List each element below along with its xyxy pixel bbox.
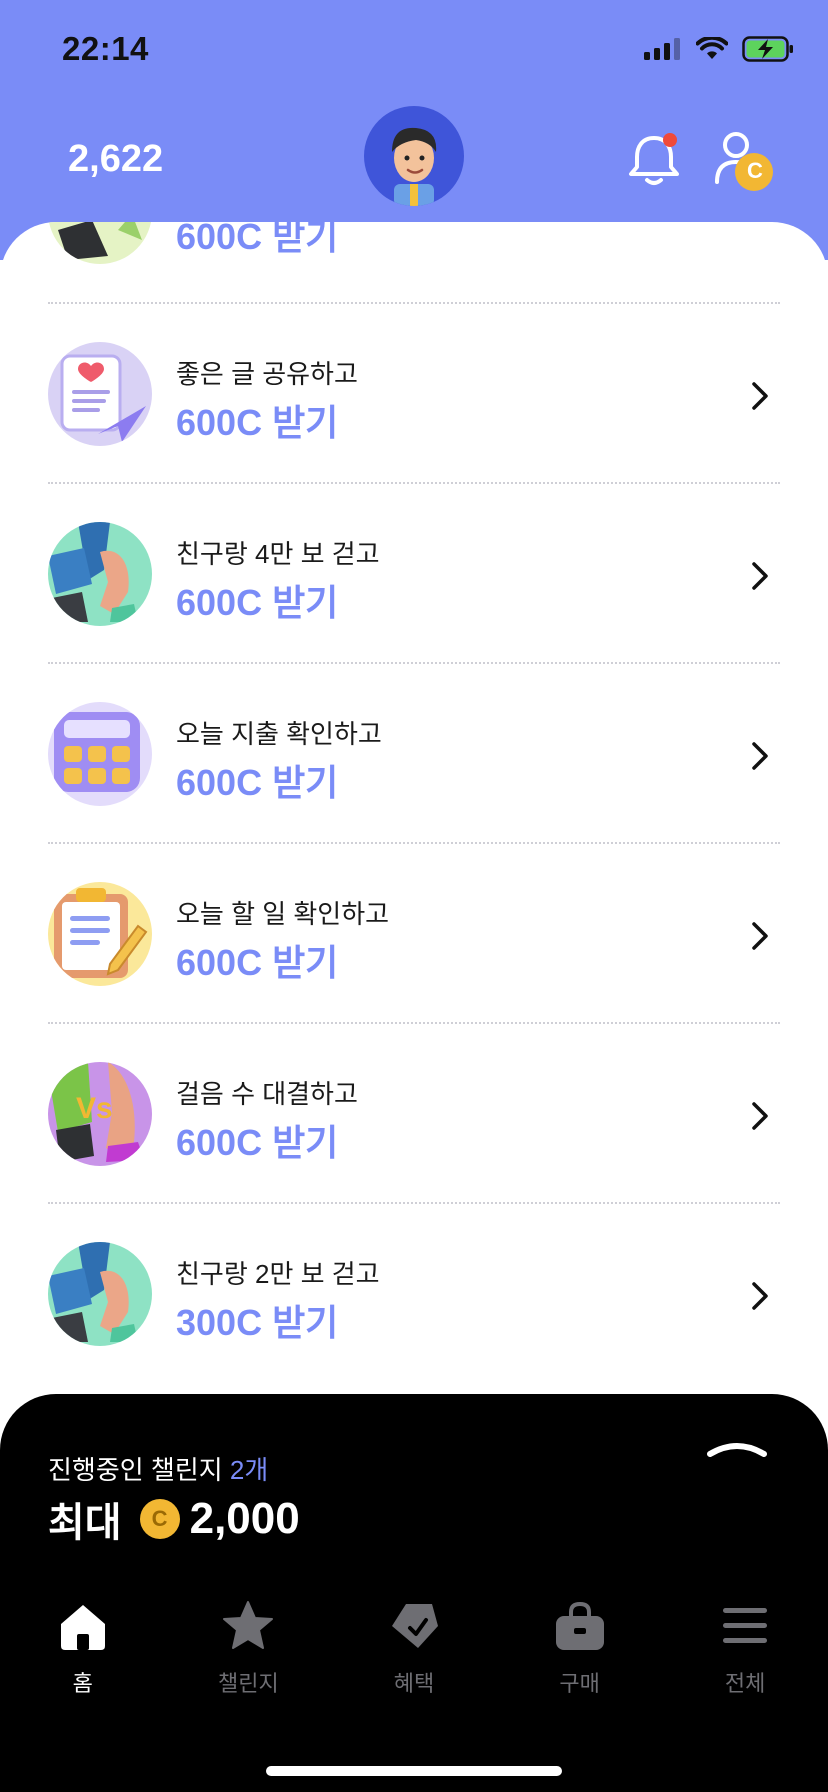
star-icon bbox=[223, 1601, 274, 1649]
list-item[interactable]: Vs 걸음 수 대결하고 600C 받기 bbox=[0, 1022, 828, 1202]
divider bbox=[48, 482, 780, 484]
character-avatar[interactable] bbox=[364, 106, 464, 206]
mission-title: 오늘 할 일 확인하고 bbox=[176, 899, 390, 929]
tab-bar: 홈 챌린지 혜택 구매 전체 bbox=[0, 1590, 828, 1730]
chevron-right-icon bbox=[752, 922, 768, 950]
divider bbox=[48, 842, 780, 844]
divider bbox=[48, 1202, 780, 1204]
challenge-max-label: 최대 bbox=[48, 1501, 122, 1545]
tab-label: 구매 bbox=[559, 1671, 600, 1696]
signal-icon bbox=[644, 38, 680, 60]
tab-label: 혜택 bbox=[393, 1671, 435, 1696]
mission-reward: 600C 받기 bbox=[176, 942, 339, 983]
tag-icon bbox=[391, 1604, 438, 1648]
tab-all[interactable]: 전체 bbox=[662, 1590, 828, 1730]
bell-icon bbox=[629, 133, 679, 185]
challenge-count: 2개 bbox=[229, 1455, 269, 1485]
challenge-label-text: 진행중인 챌린지 bbox=[48, 1455, 223, 1485]
list-item-partial[interactable]: 600C 받기 bbox=[0, 222, 828, 302]
notification-button[interactable] bbox=[626, 130, 682, 188]
notification-dot bbox=[663, 133, 677, 147]
tab-home[interactable]: 홈 bbox=[0, 1590, 166, 1730]
mission-reward: 300C 받기 bbox=[176, 1302, 339, 1343]
tab-purchase[interactable]: 구매 bbox=[497, 1590, 663, 1730]
battery-charging-icon bbox=[742, 36, 793, 62]
chevron-right-icon bbox=[752, 742, 768, 770]
profile-badge: C bbox=[747, 158, 763, 183]
home-icon bbox=[60, 1605, 105, 1650]
coin-icon: C bbox=[139, 1499, 180, 1539]
mission-title: 친구랑 2만 보 걷고 bbox=[176, 1259, 380, 1289]
chevron-right-icon bbox=[752, 382, 768, 410]
list-item[interactable]: 친구랑 4만 보 걷고 600C 받기 bbox=[0, 482, 828, 662]
challenge-max: 최대 C 2,000 bbox=[48, 1490, 300, 1548]
mission-title: 오늘 지출 확인하고 bbox=[176, 719, 382, 749]
challenge-label: 진행중인 챌린지 2개 bbox=[48, 1450, 268, 1487]
divider bbox=[48, 1022, 780, 1024]
shopping-bag-icon bbox=[555, 1601, 604, 1650]
wifi-icon bbox=[696, 37, 728, 59]
divider bbox=[48, 302, 780, 304]
avatar-character-icon bbox=[392, 127, 437, 206]
list-item[interactable]: 좋은 글 공유하고 600C 받기 bbox=[0, 302, 828, 482]
mission-reward: 600C 받기 bbox=[176, 762, 339, 803]
mission-reward: 600C 받기 bbox=[176, 1122, 339, 1163]
mission-reward: 600C 받기 bbox=[176, 582, 339, 623]
list-item[interactable]: 오늘 지출 확인하고 600C 받기 bbox=[0, 662, 828, 842]
status-icons bbox=[644, 36, 794, 62]
challenge-max-amount: 2,000 bbox=[189, 1494, 300, 1543]
chevron-right-icon bbox=[752, 1102, 768, 1130]
menu-icon bbox=[723, 1608, 768, 1643]
tab-label: 홈 bbox=[72, 1671, 93, 1696]
tab-challenge[interactable]: 챌린지 bbox=[166, 1590, 332, 1730]
list-item[interactable]: 오늘 할 일 확인하고 600C 받기 bbox=[0, 842, 828, 1022]
divider bbox=[48, 662, 780, 664]
mission-title: 좋은 글 공유하고 bbox=[176, 359, 358, 389]
tab-label: 챌린지 bbox=[218, 1671, 279, 1696]
list-item[interactable]: 친구랑 2만 보 걷고 300C 받기 bbox=[0, 1202, 828, 1382]
svg-text:Vs: Vs bbox=[76, 1092, 113, 1125]
mission-title: 친구랑 4만 보 걷고 bbox=[176, 539, 380, 569]
status-bar: 22:14 bbox=[0, 0, 828, 100]
mission-title: 걸음 수 대결하고 bbox=[176, 1079, 358, 1109]
vs-legs-icon: Vs bbox=[48, 1062, 152, 1166]
points-balance[interactable]: 2,622 bbox=[68, 138, 163, 181]
chevron-up-icon[interactable] bbox=[706, 1436, 768, 1458]
tab-label: 전체 bbox=[724, 1671, 766, 1696]
status-time: 22:14 bbox=[62, 30, 149, 67]
profile-button[interactable]: C bbox=[714, 130, 780, 192]
chevron-right-icon bbox=[748, 222, 772, 226]
chevron-right-icon bbox=[752, 1282, 768, 1310]
mission-reward: 600C 받기 bbox=[176, 402, 339, 443]
mission-reward: 600C 받기 bbox=[176, 222, 339, 257]
calculator-icon bbox=[48, 702, 152, 806]
letter-share-icon bbox=[48, 342, 152, 446]
walking-legs-icon bbox=[48, 522, 152, 626]
home-indicator[interactable] bbox=[266, 1766, 562, 1776]
chevron-right-icon bbox=[752, 562, 768, 590]
tab-benefit[interactable]: 혜택 bbox=[331, 1590, 497, 1730]
header-bar: 22:14 2,622 C bbox=[0, 0, 828, 260]
clipboard-icon bbox=[48, 882, 152, 986]
walking-legs-icon bbox=[48, 1242, 152, 1346]
partial-mission-icon bbox=[48, 222, 152, 264]
